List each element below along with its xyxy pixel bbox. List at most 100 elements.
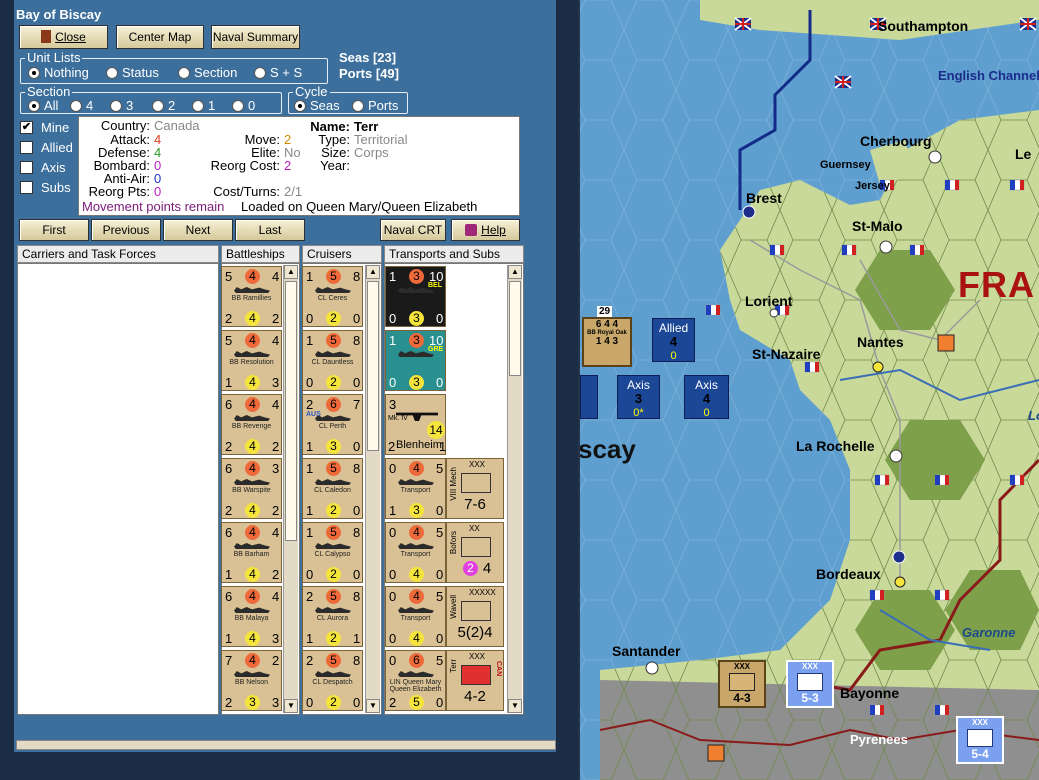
ship-value-br: 2	[272, 503, 280, 518]
ship-name: Transport	[400, 487, 431, 494]
naval-crt-button[interactable]: Naval CRT	[380, 219, 446, 241]
ship-value-br: 3	[272, 375, 280, 390]
ship-counter[interactable]: 1 5 8 CL Caledon 1 2 0	[302, 458, 363, 519]
ship-counter[interactable]: 1 5 8 CL Ceres 0 2 0	[302, 266, 363, 327]
ship-counter[interactable]: 0 4 5 Transport 1 3 0	[385, 458, 446, 519]
first-button[interactable]: First	[19, 219, 89, 241]
ship-counter[interactable]: 6 4 4 BB Revenge 2 4 2	[221, 394, 282, 455]
ship-counter[interactable]: 7 4 2 BB Nelson 2 3 3	[221, 650, 282, 711]
section-option-0[interactable]: 0	[232, 98, 255, 113]
land-unit-counter[interactable]: XXXXX Wavell 5(2)4	[446, 586, 504, 647]
section-option-3[interactable]: 3	[110, 98, 133, 113]
cruisers-header[interactable]: Cruisers	[302, 245, 382, 263]
map-corps-counter[interactable]: XXX 4-3	[718, 660, 766, 708]
cycle-option-ports[interactable]: Ports	[352, 98, 398, 113]
cycle-option-seas[interactable]: Seas	[294, 98, 340, 113]
last-button[interactable]: Last	[235, 219, 305, 241]
ship-defense: 3	[326, 439, 341, 454]
map-label-st-malo: St-Malo	[852, 218, 903, 234]
ship-counter[interactable]: 5 4 4 BB Resolution 1 4 3	[221, 330, 282, 391]
unit-commander: Bofors	[449, 531, 458, 555]
scroll-down-icon[interactable]: ▼	[284, 699, 298, 713]
battleships-header[interactable]: Battleships	[221, 245, 300, 263]
unit-symbol-icon	[461, 473, 491, 493]
filter-subs[interactable]: Subs	[20, 180, 71, 195]
ship-defense: 3	[409, 311, 424, 326]
ship-value-tr: 4	[272, 269, 280, 284]
ship-value-tl: 1	[306, 269, 314, 284]
counter-value: 5-3	[801, 691, 819, 705]
ship-value-br: 0	[353, 567, 361, 582]
unit-list-option-nothing[interactable]: Nothing	[28, 65, 89, 80]
close-button[interactable]: Close	[19, 25, 108, 49]
map-label-garonne: Garonne	[962, 625, 1016, 640]
ship-value-br: 0	[436, 567, 444, 582]
land-unit-counter[interactable]: XX Bofors 4 2	[446, 522, 504, 583]
ship-value-bl: 1	[389, 503, 397, 518]
ship-counter[interactable]: 1 3 10 GRE 0 3 0	[385, 330, 446, 391]
battleships-scrollbar[interactable]: ▲ ▼	[283, 265, 298, 713]
map-corps-counter[interactable]: XXX 5-4	[956, 716, 1004, 764]
unit-list-option-s-s[interactable]: S + S	[254, 65, 302, 80]
ship-value-bl: 0	[389, 375, 397, 390]
ship-defense: 4	[245, 375, 260, 390]
carriers-header[interactable]: Carriers and Task Forces	[17, 245, 219, 263]
ship-counter[interactable]: 0 4 5 Transport 0 4 0	[385, 522, 446, 583]
ship-counter[interactable]: 6 4 3 BB Warspite 2 4 2	[221, 458, 282, 519]
reorg-pts-value: 0	[154, 184, 162, 199]
scroll-down-icon[interactable]: ▼	[508, 699, 522, 713]
section-option-4[interactable]: 4	[70, 98, 93, 113]
stack-edge[interactable]	[580, 375, 598, 419]
transports-scrollbar[interactable]: ▲ ▼	[507, 265, 522, 713]
land-unit-counter[interactable]: XXX Terr 4-2 CAN	[446, 650, 504, 711]
window-scrollbar[interactable]	[556, 0, 578, 780]
help-button[interactable]: Help	[451, 219, 520, 241]
ship-counter[interactable]: 1 5 8 CL Dauntless 0 2 0	[302, 330, 363, 391]
center-map-button[interactable]: Center Map	[116, 25, 204, 49]
ship-counter[interactable]: 6 4 4 BB Barham 1 4 2	[221, 522, 282, 583]
scroll-thumb[interactable]	[509, 281, 521, 376]
filter-mine[interactable]: ✔ Mine	[20, 120, 69, 135]
scroll-thumb[interactable]	[367, 281, 379, 451]
ship-value-br: 0	[436, 695, 444, 710]
axis-stack[interactable]: Axis 3 0*	[617, 375, 660, 419]
section-option-2[interactable]: 2	[152, 98, 175, 113]
next-button[interactable]: Next	[163, 219, 233, 241]
scroll-up-icon[interactable]: ▲	[508, 265, 522, 279]
ship-counter[interactable]: 0 4 5 Transport 0 4 0	[385, 586, 446, 647]
horizontal-scrollbar[interactable]	[16, 740, 556, 750]
counter-values: 6 4 4	[595, 319, 619, 330]
ship-counter[interactable]: 1 3 10 BEL 0 3 0	[385, 266, 446, 327]
scroll-up-icon[interactable]: ▲	[284, 265, 298, 279]
section-option-1[interactable]: 1	[192, 98, 215, 113]
unit-list-option-status[interactable]: Status	[106, 65, 159, 80]
ship-counter[interactable]: 5 4 4 BB Ramillies 2 4 2	[221, 266, 282, 327]
royal-oak-counter[interactable]: 6 4 4 BB Royal Oak 1 4 3	[582, 317, 632, 367]
ship-value-br: 0	[353, 695, 361, 710]
previous-button[interactable]: Previous	[91, 219, 161, 241]
ship-attack: 5	[326, 525, 341, 540]
ship-counter[interactable]: 3 Mk. IV 14 2 Blenheim 1	[385, 394, 446, 455]
axis-stack[interactable]: Axis 4 0	[684, 375, 729, 419]
scroll-down-icon[interactable]: ▼	[366, 699, 380, 713]
allied-stack[interactable]: Allied 4 0	[652, 318, 695, 362]
ship-counter[interactable]: 2 6 7 CL Perth AUS 1 3 0	[302, 394, 363, 455]
filter-axis[interactable]: Axis	[20, 160, 66, 175]
section-option-all[interactable]: All	[28, 98, 58, 113]
map-corps-counter[interactable]: XXX 5-3	[786, 660, 834, 708]
ship-counter[interactable]: 1 5 8 CL Calypso 0 2 0	[302, 522, 363, 583]
transports-header[interactable]: Transports and Subs	[384, 245, 524, 263]
ship-counter[interactable]: 0 6 5 LIN Queen Mary Queen Elizabeth 2 5 0	[385, 650, 446, 711]
ship-value-br: 0	[353, 503, 361, 518]
filter-allied[interactable]: Allied	[20, 140, 73, 155]
cruisers-scrollbar[interactable]: ▲ ▼	[365, 265, 380, 713]
scroll-up-icon[interactable]: ▲	[366, 265, 380, 279]
unit-list-option-section[interactable]: Section	[178, 65, 237, 80]
ship-counter[interactable]: 2 5 8 CL Despatch 0 2 0	[302, 650, 363, 711]
land-unit-counter[interactable]: XXX VIII Mech 7-6	[446, 458, 504, 519]
ship-counter[interactable]: 6 4 4 BB Malaya 1 4 3	[221, 586, 282, 647]
scroll-thumb[interactable]	[285, 281, 297, 541]
naval-summary-button[interactable]: Naval Summary	[211, 25, 300, 49]
carriers-list[interactable]	[17, 263, 219, 715]
ship-counter[interactable]: 2 5 8 CL Aurora 1 2 1	[302, 586, 363, 647]
